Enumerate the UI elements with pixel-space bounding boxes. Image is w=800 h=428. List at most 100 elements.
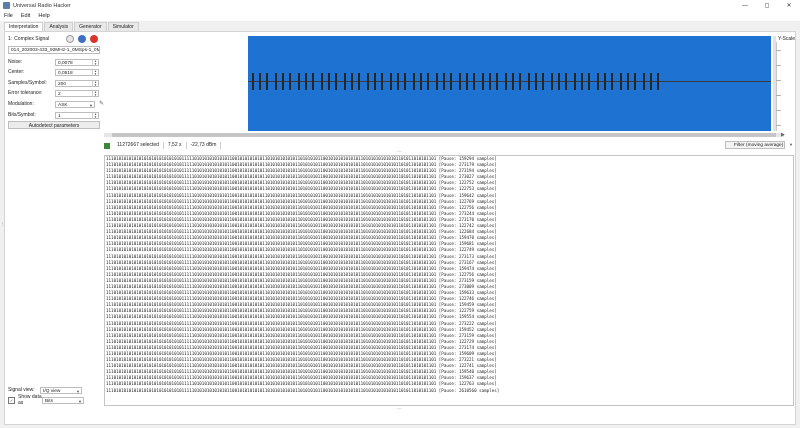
bits-symbol-row: Bits/Symbol: 1 ▲ ▼: [8, 111, 99, 119]
spin-arrows-icon[interactable]: ▲ ▼: [92, 59, 98, 66]
noise-label: Noise:: [8, 59, 23, 65]
signal-pulse: [489, 73, 491, 90]
error-tolerance-spinbox[interactable]: 2 ▲ ▼: [55, 89, 99, 97]
signal-pulse: [298, 73, 300, 90]
maximize-button[interactable]: ◻: [756, 0, 778, 11]
signal-header: 1: Complex Signal: [8, 36, 49, 42]
menu-bar: File Edit Help: [0, 11, 800, 21]
signal-pulse: [252, 73, 254, 90]
signal-pulse: [381, 73, 383, 90]
y-scale-tick: [776, 110, 781, 111]
plot-horizontal-scrollbar[interactable]: [104, 133, 784, 137]
replay-icon[interactable]: [66, 35, 74, 43]
menu-edit[interactable]: Edit: [17, 13, 34, 19]
signal-pulse: [505, 73, 507, 90]
tab-simulator[interactable]: Simulator: [107, 22, 139, 31]
tab-generator[interactable]: Generator: [74, 22, 107, 31]
signal-pulse: [542, 73, 544, 90]
signal-pulse: [390, 73, 392, 90]
signal-pulse: [266, 73, 268, 90]
signal-pulse: [627, 73, 629, 90]
signal-pulse: [450, 73, 452, 90]
signal-pulse: [344, 73, 346, 90]
signal-pulse: [321, 73, 323, 90]
y-scale-label: Y-Scale: [778, 36, 796, 42]
spin-arrows-icon[interactable]: ▲ ▼: [92, 80, 98, 87]
signal-pulse: [436, 73, 438, 90]
signal-pulse: [404, 73, 406, 90]
y-scale-tick: [776, 80, 781, 81]
show-data-row: ✓ Show data as Bits ▼: [8, 394, 84, 406]
autodetect-parameters-button[interactable]: Autodetect parameters: [8, 121, 100, 129]
selection-icon: [104, 142, 110, 149]
spin-arrows-icon[interactable]: ▲ ▼: [92, 69, 98, 76]
modulation-select[interactable]: ASK ▼: [55, 100, 95, 108]
signal-pulse: [643, 73, 645, 90]
signal-pulse: [328, 73, 330, 90]
menu-file[interactable]: File: [0, 13, 17, 19]
bits-row[interactable]: 1110101010101010101010101010101111101010…: [105, 388, 793, 394]
signal-pulse: [558, 73, 560, 90]
signal-pulse: [397, 73, 399, 90]
signal-pulse: [367, 73, 369, 90]
signal-pulse: [597, 73, 599, 90]
filter-button[interactable]: Filter (moving average): [725, 141, 785, 149]
center-spinbox[interactable]: 0,0518 ▲ ▼: [55, 68, 99, 76]
title-bar: Universal Radio Hacker — ◻ ✕: [0, 0, 800, 11]
noise-spinbox[interactable]: 0,0078 ▲ ▼: [55, 58, 99, 66]
signal-pulse: [535, 73, 537, 90]
demodulated-bits-view[interactable]: 1110101010101010101010101010101111101010…: [104, 155, 794, 406]
signal-pulse: [519, 73, 521, 90]
signal-plot[interactable]: [248, 36, 771, 131]
signal-pulse: [374, 73, 376, 90]
signal-pulse: [351, 73, 353, 90]
signal-pulse: [620, 73, 622, 90]
signal-pulse: [413, 73, 415, 90]
side-splitter-icon[interactable]: ⁝: [2, 222, 4, 228]
signal-view-select[interactable]: I/Q view ▼: [40, 386, 82, 394]
splitter-handle-icon[interactable]: ⋯: [397, 406, 402, 412]
center-label: Center:: [8, 69, 25, 75]
samples-symbol-spinbox[interactable]: 200 ▲ ▼: [55, 79, 99, 87]
window-title: Universal Radio Hacker: [13, 2, 71, 9]
info-icon[interactable]: [78, 35, 86, 43]
spin-arrows-icon[interactable]: ▲ ▼: [92, 112, 98, 119]
close-icon[interactable]: [90, 35, 98, 43]
y-scale-tick: [776, 125, 781, 126]
signal-view-row: Signal view: I/Q view ▼: [8, 386, 82, 394]
show-data-select[interactable]: Bits ▼: [42, 396, 84, 404]
modulation-row: Modulation: ASK ▼ ✎: [8, 100, 105, 108]
noise-row: Noise: 0,0078 ▲ ▼: [8, 58, 99, 66]
y-scale-tick: [776, 65, 781, 66]
signal-pulse: [528, 73, 530, 90]
minimize-button[interactable]: —: [734, 0, 756, 11]
chevron-down-icon[interactable]: ▼: [789, 142, 793, 147]
y-scale-slider[interactable]: [776, 42, 777, 131]
signal-pulse: [650, 73, 652, 90]
menu-help[interactable]: Help: [34, 13, 53, 19]
signal-pulse: [358, 73, 360, 90]
spin-arrows-icon[interactable]: ▲ ▼: [92, 90, 98, 97]
signal-pulse: [459, 73, 461, 90]
wand-icon[interactable]: ✎: [99, 101, 105, 107]
signal-pulse: [574, 73, 576, 90]
selection-power: -22,73 dBm: [187, 142, 222, 149]
scroll-right-icon[interactable]: ▶: [781, 132, 785, 138]
signal-pulse: [588, 73, 590, 90]
scrollbar-thumb[interactable]: [112, 133, 776, 137]
error-tolerance-row: Error tolerance: 2 ▲ ▼: [8, 89, 99, 97]
tab-analysis[interactable]: Analysis: [44, 22, 74, 31]
signal-filename-field[interactable]: 014_202003-433_92MHz-1_0MSps-1_0MHz: [8, 46, 100, 54]
signal-pulse: [275, 73, 277, 90]
signal-pulse: [581, 73, 583, 90]
bits-symbol-spinbox[interactable]: 1 ▲ ▼: [55, 111, 99, 119]
main-tabs: Interpretation Analysis Generator Simula…: [4, 22, 140, 32]
y-scale-tick: [776, 50, 781, 51]
signal-pulse: [420, 73, 422, 90]
signal-pulse: [427, 73, 429, 90]
show-data-checkbox[interactable]: ✓: [8, 396, 15, 404]
signal-pulse: [312, 73, 314, 90]
samples-symbol-row: Samples/Symbol: 200 ▲ ▼: [8, 79, 99, 87]
y-scale-tick: [776, 95, 781, 96]
close-window-button[interactable]: ✕: [778, 0, 800, 11]
